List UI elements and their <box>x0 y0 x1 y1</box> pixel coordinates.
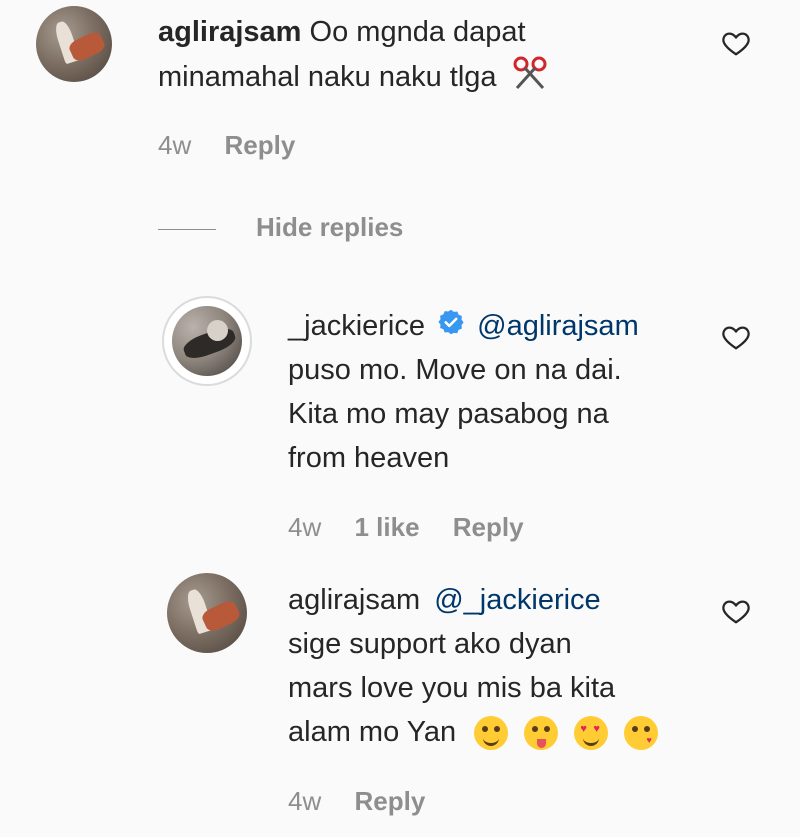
comment-body: Oo mgnda dapat <box>309 16 526 48</box>
kiss-wink-face-icon: ♥ <box>624 716 659 751</box>
reply-age: 4w <box>288 786 322 816</box>
reply-text-line: from heaven <box>288 442 450 474</box>
username-link[interactable]: aglirajsam <box>288 584 420 616</box>
comment-meta: 4w Reply <box>158 130 295 161</box>
verified-badge-icon <box>437 307 465 347</box>
mention-link[interactable]: @_jackierice <box>434 584 600 616</box>
heart-icon[interactable] <box>721 322 751 352</box>
reply-meta: 4w 1 like Reply <box>288 512 524 543</box>
reply-text-line: mars love you mis ba kita <box>288 672 616 704</box>
hide-replies-button[interactable]: Hide replies <box>256 212 403 243</box>
replies-divider <box>158 229 216 230</box>
reply-button[interactable]: Reply <box>224 130 295 160</box>
reply-button[interactable]: Reply <box>354 786 425 816</box>
reply-text-line: Kita mo may pasabog na <box>288 398 609 430</box>
reply-meta: 4w Reply <box>288 786 425 817</box>
reply-header: _jackierice @aglirajsam <box>288 306 639 347</box>
reply-text-line: puso mo. Move on na dai. <box>288 354 622 386</box>
likes-count-link[interactable]: 1 like <box>354 512 419 542</box>
username-link[interactable]: aglirajsam <box>158 16 301 48</box>
reply-button[interactable]: Reply <box>453 512 524 542</box>
comment-age: 4w <box>158 130 192 160</box>
reply-header: aglirajsam @_jackierice <box>288 580 601 620</box>
yum-face-icon <box>474 716 509 751</box>
heart-icon[interactable] <box>721 596 751 626</box>
heart-icon[interactable] <box>721 28 751 58</box>
heart-eyes-face-icon: ♥ ♥ <box>574 716 609 751</box>
avatar[interactable] <box>167 573 247 653</box>
reply-age: 4w <box>288 512 322 542</box>
reply-text-line: sige support ako dyan <box>288 628 572 660</box>
mention-link[interactable]: @aglirajsam <box>477 310 639 342</box>
comment-body-line2: minamahal naku naku tlga <box>158 61 497 94</box>
avatar[interactable] <box>36 6 112 82</box>
comment-text: aglirajsam Oo mgnda dapat <box>158 12 526 52</box>
tongue-wink-face-icon <box>524 716 559 751</box>
username-link[interactable]: _jackierice <box>288 310 425 342</box>
reply-text-line: alam mo Yan <box>288 716 457 748</box>
avatar[interactable] <box>162 296 252 386</box>
scissors-icon <box>513 56 547 101</box>
reply-text-line-emoji: alam mo Yan ♥ ♥ ♥ <box>288 712 666 752</box>
comment-text-line2: minamahal naku naku tlga <box>158 56 547 101</box>
